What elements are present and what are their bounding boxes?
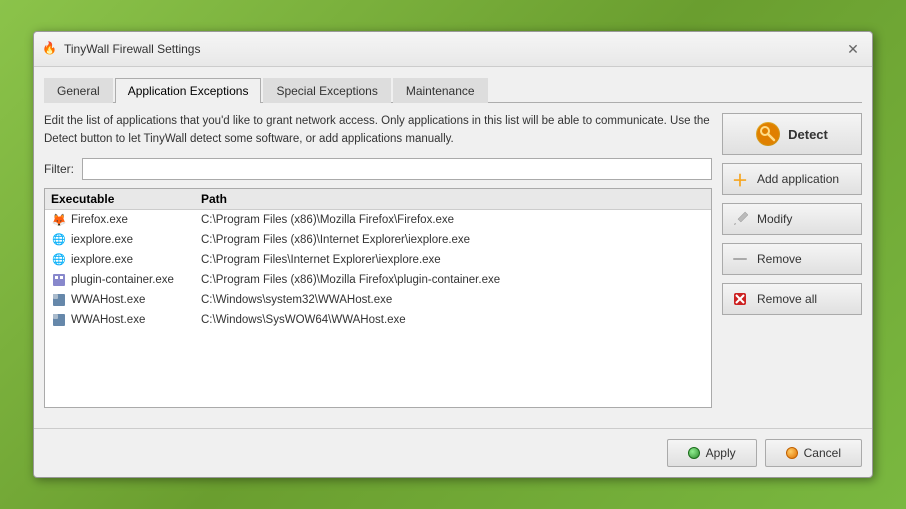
remove-button[interactable]: Remove [722, 243, 862, 275]
right-panel: Detect ＋ Add application Modify [722, 113, 862, 408]
remove-all-label: Remove all [757, 292, 817, 306]
title-bar: 🔥 TinyWall Firewall Settings ✕ [34, 32, 872, 67]
tab-maintenance[interactable]: Maintenance [393, 78, 488, 103]
wwa-icon [51, 312, 67, 328]
cancel-label: Cancel [804, 446, 841, 460]
remove-all-button[interactable]: Remove all [722, 283, 862, 315]
table-row[interactable]: 🦊 Firefox.exe C:\Program Files (x86)\Moz… [45, 210, 711, 230]
path-cell: C:\Program Files (x86)\Mozilla Firefox\F… [201, 214, 705, 226]
filter-label: Filter: [44, 162, 74, 176]
modify-button[interactable]: Modify [722, 203, 862, 235]
exe-name-text: iexplore.exe [71, 234, 133, 246]
detect-label: Detect [788, 127, 828, 142]
exe-cell: plugin-container.exe [51, 272, 201, 288]
apply-icon [688, 447, 700, 459]
detect-button[interactable]: Detect [722, 113, 862, 155]
col-header-path: Path [201, 192, 705, 206]
title-bar-left: 🔥 TinyWall Firewall Settings [42, 41, 200, 57]
exe-cell: 🌐 iexplore.exe [51, 252, 201, 268]
exe-name-text: WWAHost.exe [71, 294, 145, 306]
bottom-bar: Apply Cancel [34, 428, 872, 477]
exe-name-text: plugin-container.exe [71, 274, 174, 286]
wwa-icon [51, 292, 67, 308]
exe-cell: WWAHost.exe [51, 292, 201, 308]
apply-button[interactable]: Apply [667, 439, 757, 467]
path-cell: C:\Program Files\Internet Explorer\iexpl… [201, 254, 705, 266]
tab-bar: General Application Exceptions Special E… [44, 77, 862, 103]
path-cell: C:\Program Files (x86)\Mozilla Firefox\p… [201, 274, 705, 286]
remove-icon [731, 250, 749, 268]
app-icon: 🔥 [42, 41, 58, 57]
path-cell: C:\Windows\SysWOW64\WWAHost.exe [201, 314, 705, 326]
tab-general[interactable]: General [44, 78, 113, 103]
firefox-icon: 🦊 [51, 212, 67, 228]
add-icon: ＋ [731, 170, 749, 188]
window-title: TinyWall Firewall Settings [64, 42, 200, 56]
col-header-executable: Executable [51, 192, 201, 206]
exe-cell: WWAHost.exe [51, 312, 201, 328]
cancel-button[interactable]: Cancel [765, 439, 862, 467]
exe-name-text: WWAHost.exe [71, 314, 145, 326]
content-area: General Application Exceptions Special E… [34, 67, 872, 418]
modify-label: Modify [757, 212, 792, 226]
add-application-button[interactable]: ＋ Add application [722, 163, 862, 195]
path-cell: C:\Windows\system32\WWAHost.exe [201, 294, 705, 306]
main-area: Edit the list of applications that you'd… [44, 113, 862, 408]
app-list[interactable]: Executable Path 🦊 Firefox.exe C:\Program… [44, 188, 712, 408]
detect-icon [756, 122, 780, 146]
table-row[interactable]: 🌐 iexplore.exe C:\Program Files\Internet… [45, 250, 711, 270]
tab-application-exceptions[interactable]: Application Exceptions [115, 78, 262, 103]
apply-label: Apply [706, 446, 736, 460]
table-row[interactable]: plugin-container.exe C:\Program Files (x… [45, 270, 711, 290]
cancel-icon [786, 447, 798, 459]
remove-label: Remove [757, 252, 802, 266]
exe-name-text: Firefox.exe [71, 214, 128, 226]
table-row[interactable]: WWAHost.exe C:\Windows\system32\WWAHost.… [45, 290, 711, 310]
filter-input[interactable] [82, 158, 712, 180]
main-window: 🔥 TinyWall Firewall Settings ✕ General A… [33, 31, 873, 478]
ie-icon: 🌐 [51, 252, 67, 268]
filter-row: Filter: [44, 158, 712, 180]
table-row[interactable]: 🌐 iexplore.exe C:\Program Files (x86)\In… [45, 230, 711, 250]
exe-cell: 🦊 Firefox.exe [51, 212, 201, 228]
close-button[interactable]: ✕ [842, 38, 864, 60]
plugin-icon [51, 272, 67, 288]
list-header: Executable Path [45, 189, 711, 210]
exe-cell: 🌐 iexplore.exe [51, 232, 201, 248]
exe-name-text: iexplore.exe [71, 254, 133, 266]
table-row[interactable]: WWAHost.exe C:\Windows\SysWOW64\WWAHost.… [45, 310, 711, 330]
remove-all-icon [731, 290, 749, 308]
description-text: Edit the list of applications that you'd… [44, 113, 712, 148]
left-panel: Edit the list of applications that you'd… [44, 113, 712, 408]
tab-special-exceptions[interactable]: Special Exceptions [263, 78, 390, 103]
pencil-icon [731, 210, 749, 228]
path-cell: C:\Program Files (x86)\Internet Explorer… [201, 234, 705, 246]
ie-icon: 🌐 [51, 232, 67, 248]
add-application-label: Add application [757, 172, 839, 186]
